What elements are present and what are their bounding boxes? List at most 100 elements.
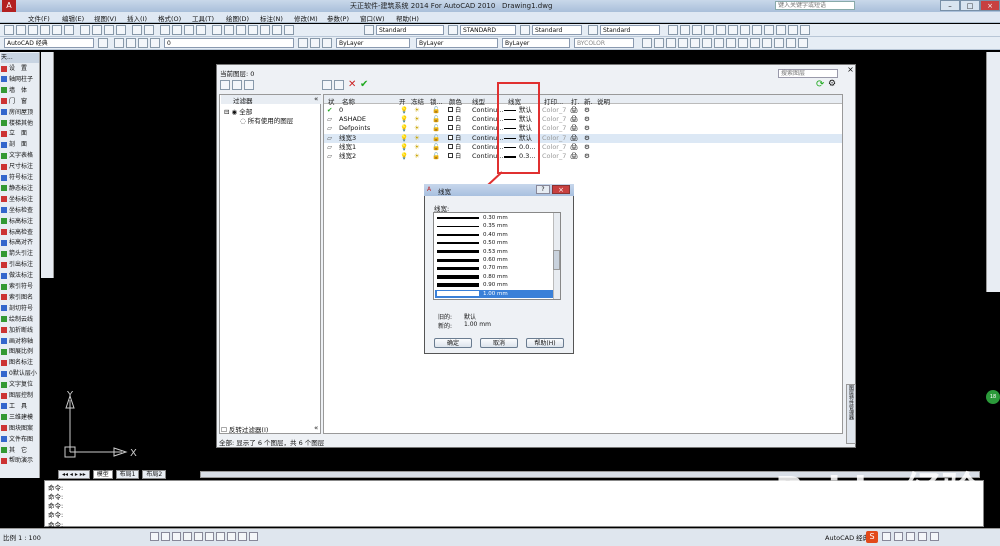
- table-row[interactable]: ▱ 线宽2 💡 ☀ 🔓 白 Continu... 0.3... Color_7 🖨 ⚙: [324, 152, 842, 161]
- layer-properties-icon[interactable]: [114, 38, 124, 48]
- tangent-menu-item[interactable]: 做法标注: [1, 271, 39, 281]
- table-row[interactable]: ▱ 线宽1 💡 ☀ 🔓 白 Continu... 0.0... Color_7 🖨 ⚙: [324, 143, 842, 152]
- otrack-icon[interactable]: [205, 532, 214, 541]
- layer-name[interactable]: 线宽3: [339, 134, 356, 143]
- menu-draw[interactable]: 绘图(D): [226, 13, 249, 23]
- tangent-menu-item[interactable]: 墙 体: [1, 86, 39, 96]
- snap-icon[interactable]: [150, 532, 159, 541]
- new-vp-freeze-icon[interactable]: ⚙: [584, 115, 590, 124]
- ime-icon-5[interactable]: [930, 532, 939, 541]
- tangent-menu-item[interactable]: 图展比例: [1, 347, 39, 357]
- match-properties-icon[interactable]: [116, 25, 126, 35]
- tb-extra-icon-1[interactable]: [668, 25, 678, 35]
- scrollbar-thumb[interactable]: [553, 250, 560, 270]
- autocad-logo-icon[interactable]: A: [2, 0, 16, 12]
- new-vp-frozen-layer-icon[interactable]: [334, 80, 344, 90]
- plotstyle-select[interactable]: BYCOLOR: [574, 38, 634, 48]
- unlock-icon[interactable]: 🔓: [432, 143, 440, 152]
- plot-icon[interactable]: [40, 25, 50, 35]
- dim-style-select[interactable]: STANDARD: [460, 25, 516, 35]
- menu-insert[interactable]: 插入(I): [127, 13, 147, 23]
- layer-name[interactable]: 线宽1: [339, 143, 356, 152]
- lineweight-option[interactable]: 0.40 mm: [435, 231, 553, 239]
- new-vp-freeze-icon[interactable]: ⚙: [584, 124, 590, 133]
- layer-name[interactable]: Defpoints: [339, 124, 370, 133]
- tb-extra-icon-11[interactable]: [788, 25, 798, 35]
- lineweight-option[interactable]: 0.80 mm: [435, 273, 553, 281]
- tab-layout2[interactable]: 布局2: [142, 470, 167, 479]
- mleader-style-select[interactable]: Standard: [600, 25, 660, 35]
- lineweight-option[interactable]: 0.60 mm: [435, 256, 553, 264]
- lineweight-option[interactable]: 0.90 mm: [435, 281, 553, 289]
- lineweight-select[interactable]: ByLayer: [502, 38, 570, 48]
- layer-name[interactable]: 0: [339, 106, 343, 115]
- properties-icon[interactable]: [212, 25, 222, 35]
- tangent-menu-item[interactable]: 标高对齐: [1, 238, 39, 248]
- tb2-icon-7[interactable]: [714, 38, 724, 48]
- close-button[interactable]: ×: [980, 0, 1000, 11]
- cut-icon[interactable]: [80, 25, 90, 35]
- tangent-menu-item[interactable]: 图名标注: [1, 358, 39, 368]
- lineweight-option[interactable]: 0.35 mm: [435, 222, 553, 230]
- layer-states-icon[interactable]: [244, 80, 254, 90]
- workspace-settings-icon[interactable]: [98, 38, 108, 48]
- ducs-icon[interactable]: [216, 532, 225, 541]
- tangent-menu-item[interactable]: 文字复位: [1, 380, 39, 390]
- plot-icon[interactable]: 🖨: [570, 134, 578, 143]
- tb2-icon-2[interactable]: [654, 38, 664, 48]
- tab-model[interactable]: 模型: [92, 470, 113, 479]
- tangent-menu-item[interactable]: 设 置: [1, 64, 39, 74]
- ime-icon-4[interactable]: [918, 532, 927, 541]
- set-current-icon[interactable]: ✔: [360, 79, 368, 90]
- layer-name[interactable]: ASHADE: [339, 115, 366, 124]
- sun-thaw-icon[interactable]: ☀: [414, 143, 420, 152]
- unlock-icon[interactable]: 🔓: [432, 152, 440, 161]
- collapse-tree-icon[interactable]: «: [314, 95, 318, 103]
- unlock-icon[interactable]: 🔓: [432, 115, 440, 124]
- tangent-menu-item[interactable]: 文字表格: [1, 151, 39, 161]
- tb-extra-icon-5[interactable]: [716, 25, 726, 35]
- tb-extra-icon-12[interactable]: [800, 25, 810, 35]
- lineweight-option[interactable]: 1.00 mm: [435, 289, 553, 298]
- tb2-icon-4[interactable]: [678, 38, 688, 48]
- color-swatch[interactable]: 白: [448, 134, 461, 143]
- tangent-menu-item[interactable]: 坐标标注: [1, 195, 39, 205]
- bulb-on-icon[interactable]: 💡: [400, 143, 408, 152]
- ime-icon-1[interactable]: [882, 532, 891, 541]
- tangent-menu-item[interactable]: 尺寸标注: [1, 162, 39, 172]
- menu-dimension[interactable]: 标注(N): [260, 13, 283, 23]
- sun-thaw-icon[interactable]: ☀: [414, 124, 420, 133]
- help-search-input[interactable]: 键入关键字或短语: [775, 1, 855, 10]
- menu-format[interactable]: 格式(O): [158, 13, 181, 23]
- new-filter-icon[interactable]: [220, 80, 230, 90]
- tangent-menu-item[interactable]: 房间屋顶: [1, 108, 39, 118]
- tool-palettes-icon[interactable]: [236, 25, 246, 35]
- plot-icon[interactable]: 🖨: [570, 106, 578, 115]
- plot-icon[interactable]: 🖨: [570, 152, 578, 161]
- layer-state-icon[interactable]: [322, 38, 332, 48]
- tb2-icon-11[interactable]: [762, 38, 772, 48]
- cancel-button[interactable]: 取消: [480, 338, 518, 348]
- filter-used[interactable]: ◌ 所有使用的图层: [240, 115, 293, 125]
- dialog-help-icon[interactable]: ?: [536, 185, 550, 194]
- tb2-icon-10[interactable]: [750, 38, 760, 48]
- paste-icon[interactable]: [104, 25, 114, 35]
- polar-icon[interactable]: [183, 532, 192, 541]
- new-icon[interactable]: [4, 25, 14, 35]
- bulb-on-icon[interactable]: 💡: [400, 115, 408, 124]
- tb2-icon-13[interactable]: [786, 38, 796, 48]
- save-icon[interactable]: [28, 25, 38, 35]
- col-lock[interactable]: 锁...: [430, 96, 443, 106]
- new-vp-freeze-icon[interactable]: ⚙: [584, 134, 590, 143]
- tangent-menu-item[interactable]: 剖 面: [1, 140, 39, 150]
- bulb-on-icon[interactable]: 💡: [400, 106, 408, 115]
- unlock-icon[interactable]: 🔓: [432, 106, 440, 115]
- color-select[interactable]: ByLayer: [336, 38, 410, 48]
- design-center-icon[interactable]: [224, 25, 234, 35]
- workspace-switch[interactable]: AutoCAD 经典: [825, 532, 869, 542]
- tangent-menu-item[interactable]: 引出标注: [1, 260, 39, 270]
- tb-extra-icon-10[interactable]: [776, 25, 786, 35]
- color-swatch[interactable]: 白: [448, 143, 461, 152]
- menu-window[interactable]: 窗口(W): [360, 13, 385, 23]
- tangent-menu-item[interactable]: 楼梯其他: [1, 119, 39, 129]
